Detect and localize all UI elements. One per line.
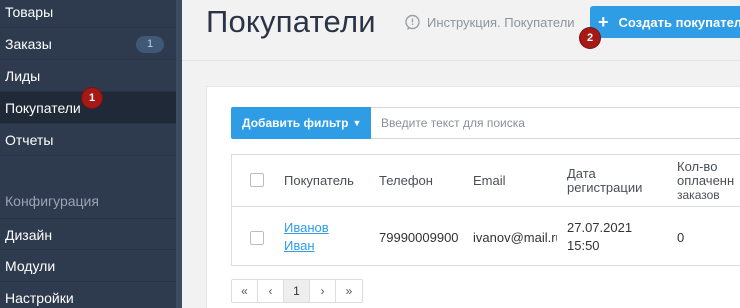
- sidebar-item-leads[interactable]: Лиды: [0, 60, 176, 92]
- step-marker-2: 2: [580, 28, 600, 48]
- column-header-line: оплаченн: [677, 173, 735, 188]
- column-header-line: Дата: [567, 166, 596, 181]
- customer-registration-date: 27.07.2021 15:50: [567, 219, 632, 255]
- column-header-line: Кол-во: [677, 159, 718, 174]
- sidebar-item-label: Дизайн: [5, 227, 53, 243]
- column-header-customer[interactable]: Покупатель: [284, 174, 354, 188]
- sidebar-item-settings[interactable]: Настройки: [0, 282, 176, 308]
- sidebar-item-label: Заказы: [5, 36, 52, 52]
- customer-paid-orders: 0: [677, 230, 685, 245]
- sidebar-item-label: Настройки: [5, 290, 74, 306]
- add-filter-label: Добавить фильтр: [242, 116, 349, 130]
- page-title: Покупатели: [206, 4, 376, 39]
- help-link[interactable]: Инструкция. Покупатели: [404, 12, 575, 32]
- current-page-button[interactable]: 1: [284, 280, 310, 302]
- column-header-line: регистрации: [567, 180, 643, 195]
- column-header-email[interactable]: Email: [473, 174, 506, 188]
- registration-time-line: 15:50: [567, 238, 600, 253]
- customers-table: Покупатель Телефон Email Дата регистраци…: [231, 154, 740, 266]
- speech-bubble-icon: [405, 14, 420, 30]
- customer-phone: 79990009900: [379, 230, 459, 245]
- select-all-checkbox[interactable]: [250, 173, 264, 187]
- next-page-button[interactable]: ›: [310, 280, 336, 302]
- create-customer-button[interactable]: + Создать покупателя: [590, 6, 740, 38]
- search-input[interactable]: [371, 107, 740, 139]
- sidebar-item-reports[interactable]: Отчеты: [0, 124, 176, 156]
- prev-page-button[interactable]: ‹: [258, 280, 284, 302]
- column-header-registration-date[interactable]: Дата регистрации: [567, 167, 642, 195]
- step-marker-1: 1: [82, 88, 102, 108]
- customer-name-link[interactable]: Иванов Иван: [284, 219, 329, 255]
- sidebar-section-label: Конфигурация: [5, 193, 99, 209]
- sidebar: Товары Заказы 1 Лиды Покупатели Отчеты К…: [0, 0, 176, 308]
- sidebar-item-design[interactable]: Дизайн: [0, 218, 176, 250]
- create-customer-label: Создать покупателя: [618, 14, 740, 30]
- column-header-phone[interactable]: Телефон: [379, 174, 433, 188]
- sidebar-item-label: Лиды: [5, 68, 41, 84]
- sidebar-item-orders[interactable]: Заказы 1: [0, 28, 176, 60]
- add-filter-button[interactable]: Добавить фильтр ▼: [231, 107, 371, 139]
- caret-down-icon: ▼: [352, 118, 362, 128]
- sidebar-item-products[interactable]: Товары: [0, 0, 176, 28]
- sidebar-section-configuration: Конфигурация: [0, 185, 176, 217]
- last-page-button[interactable]: »: [336, 280, 362, 302]
- customer-name-line[interactable]: Иван: [284, 237, 329, 255]
- sidebar-item-label: Отчеты: [5, 132, 54, 148]
- sidebar-item-label: Модули: [5, 258, 56, 274]
- pagination: « ‹ 1 › »: [231, 279, 363, 303]
- header-divider: [182, 60, 740, 61]
- first-page-button[interactable]: «: [232, 280, 258, 302]
- column-header-line: заказов: [677, 188, 720, 202]
- orders-count-badge: 1: [136, 36, 164, 53]
- sidebar-item-modules[interactable]: Модули: [0, 250, 176, 282]
- table-row: Иванов Иван 79990009900 ivanov@mail.ru 2…: [232, 207, 740, 265]
- plus-icon: +: [598, 12, 609, 32]
- registration-date-line: 27.07.2021: [567, 220, 633, 235]
- sidebar-item-label: Покупатели: [5, 100, 81, 116]
- customer-email: ivanov@mail.ru: [473, 230, 557, 245]
- sidebar-edge: [176, 0, 182, 308]
- customer-name-line[interactable]: Иванов: [284, 219, 329, 237]
- sidebar-item-label: Товары: [5, 4, 54, 20]
- column-header-paid-orders[interactable]: Кол-во оплаченн заказов: [677, 159, 735, 203]
- help-link-label: Инструкция. Покупатели: [427, 14, 575, 30]
- row-checkbox[interactable]: [250, 231, 264, 245]
- table-header: Покупатель Телефон Email Дата регистраци…: [232, 155, 740, 207]
